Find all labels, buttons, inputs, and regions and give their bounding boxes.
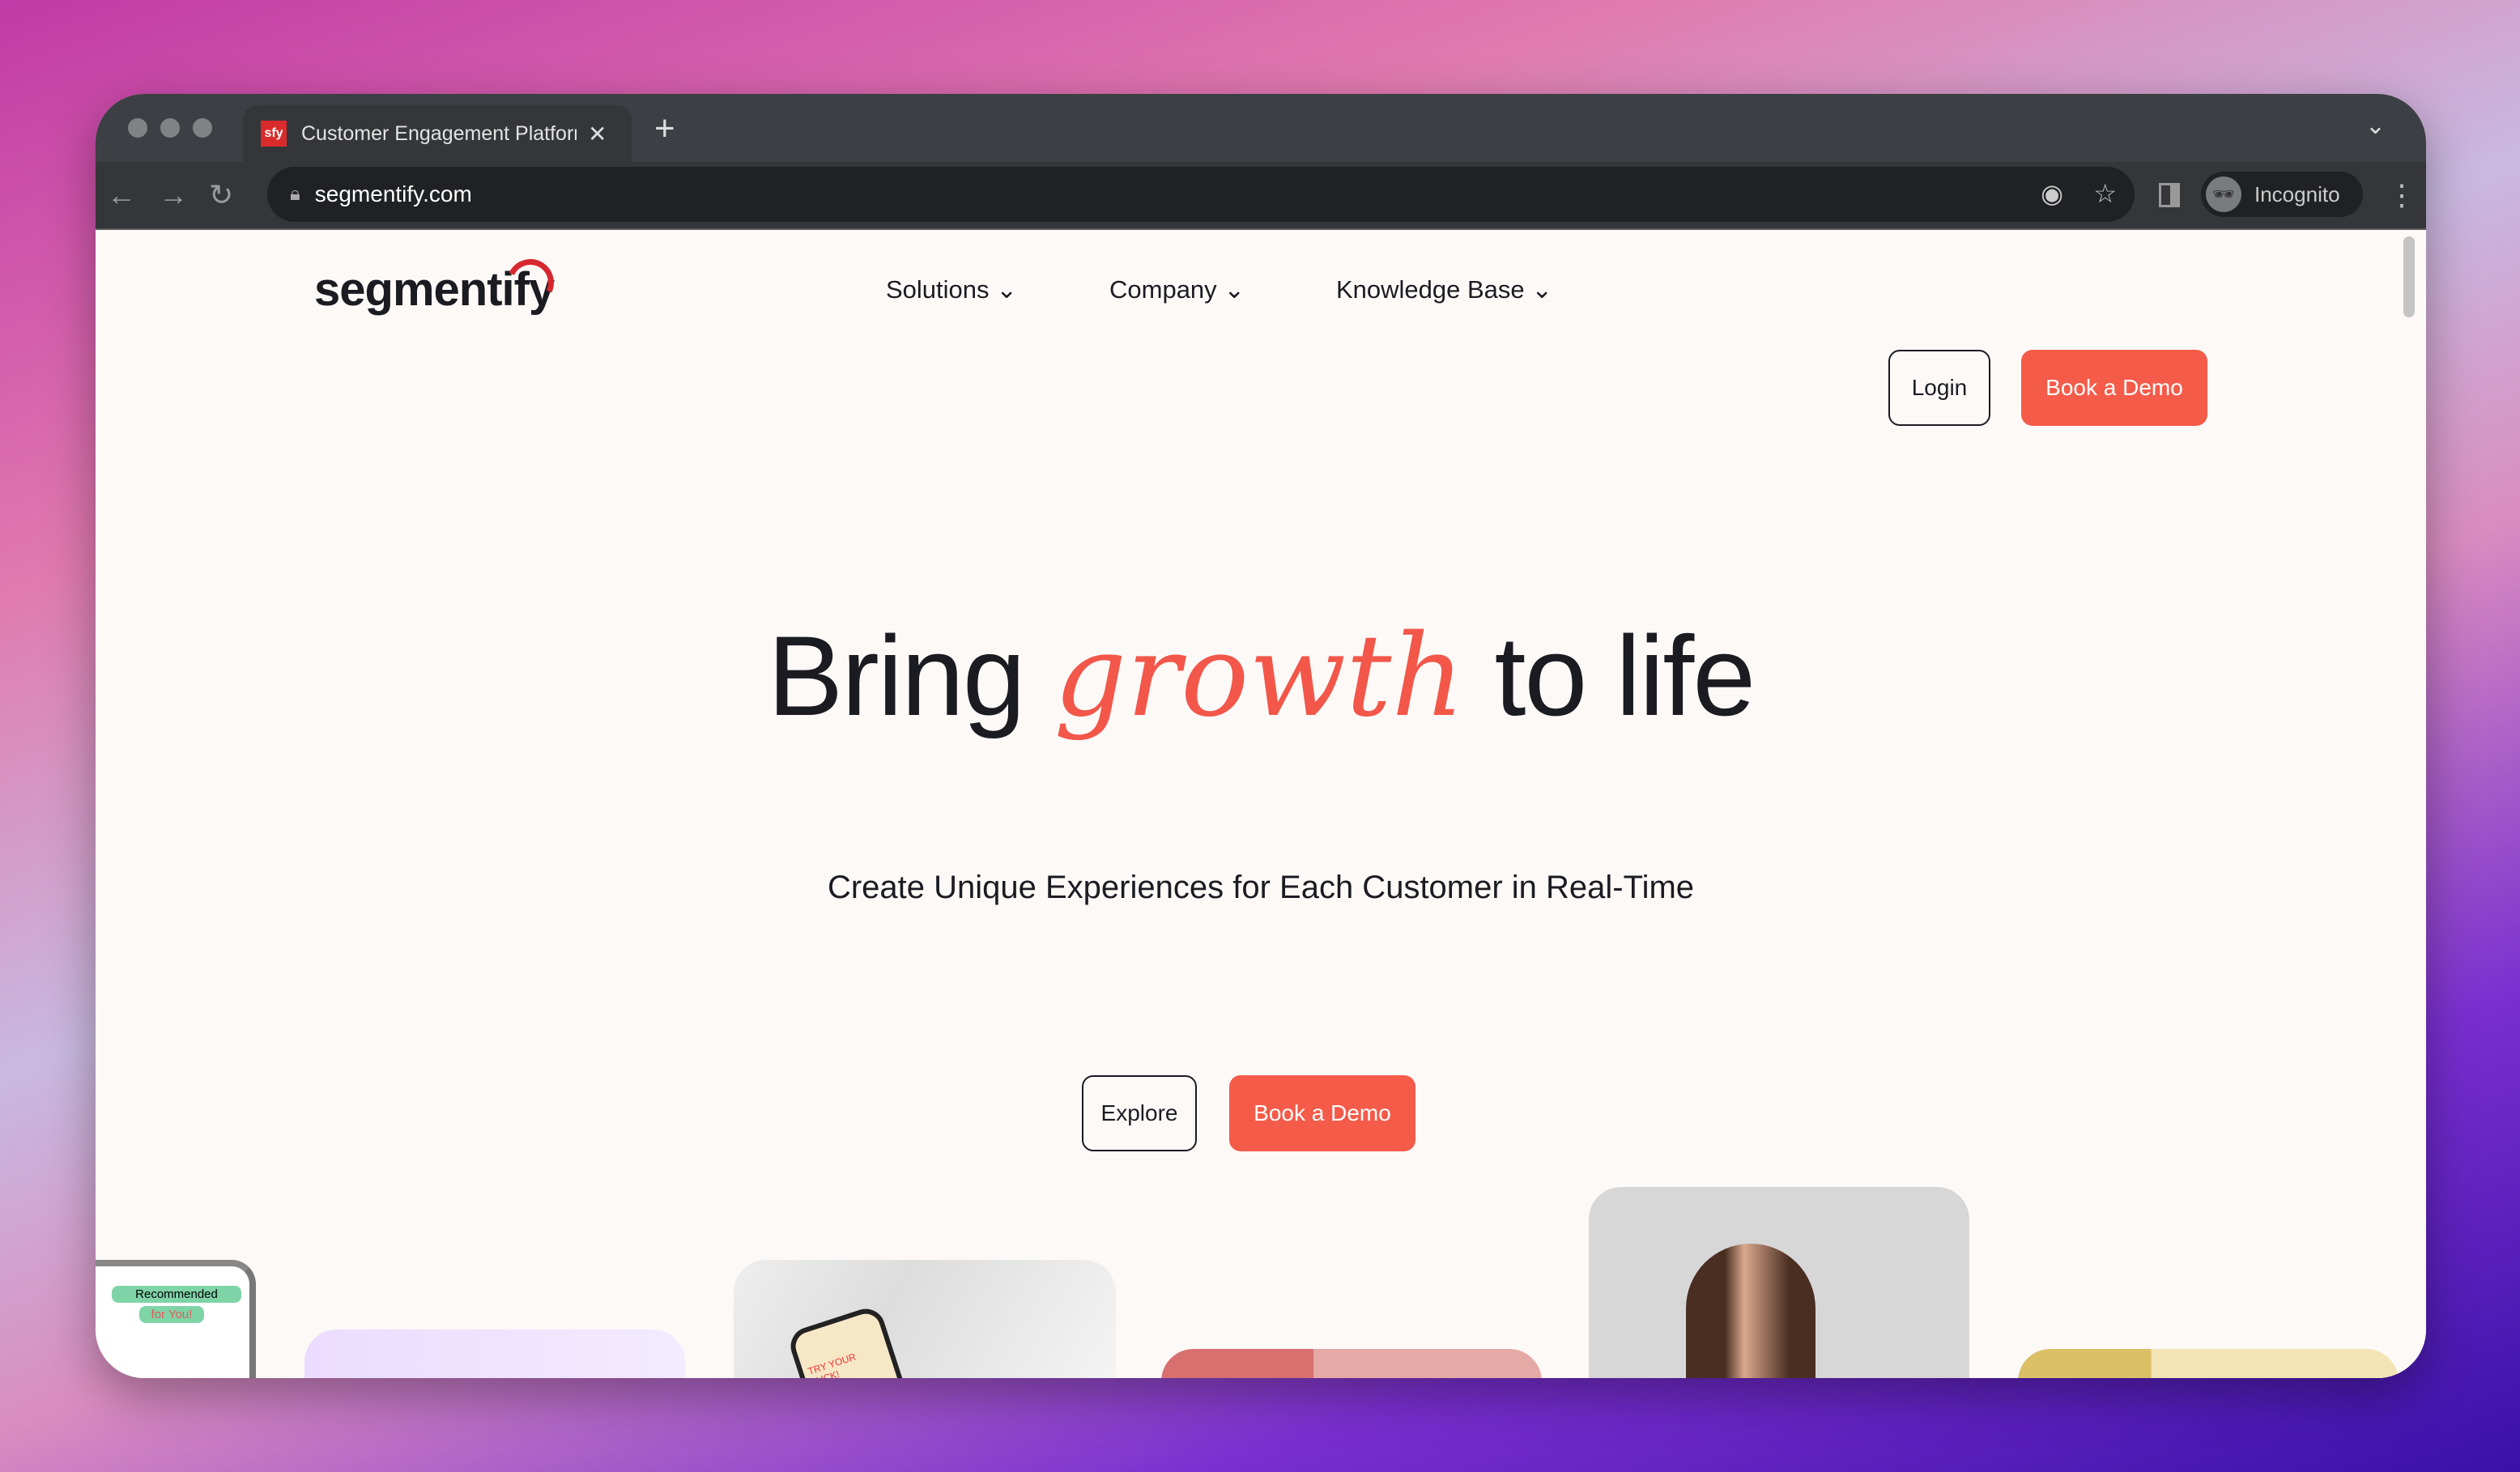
address-bar[interactable]: 🔒︎ segmentify.com ◉ ☆ xyxy=(267,167,2135,222)
book-demo-nav-button[interactable]: Book a Demo xyxy=(2021,350,2207,426)
star-icon[interactable]: ☆ xyxy=(2093,178,2117,209)
card-lavender xyxy=(304,1329,685,1378)
eye-off-icon[interactable]: ◉ xyxy=(2041,178,2063,209)
lock-icon: 🔒︎ xyxy=(290,183,300,205)
side-panel-icon[interactable] xyxy=(2159,183,2180,207)
card-woman-photo xyxy=(1589,1187,1969,1378)
book-demo-hero-button[interactable]: Book a Demo xyxy=(1229,1075,1415,1151)
woman-photo xyxy=(1686,1244,1816,1378)
nav-company[interactable]: Company ⌄ xyxy=(1109,275,1245,304)
tab-active[interactable]: sfy Customer Engagement Platform ✕ xyxy=(243,105,632,162)
new-tab-button[interactable]: + xyxy=(654,108,675,149)
nav-solutions[interactable]: Solutions ⌄ xyxy=(886,275,1017,304)
favicon: sfy xyxy=(261,121,287,147)
for-you-badge: for You! xyxy=(139,1306,204,1323)
toolbar: ← → ↻ 🔒︎ segmentify.com ◉ ☆ 🕶︎ Incognito… xyxy=(96,162,2426,230)
card-phone-image: TRY YOUR LUCK! xyxy=(734,1260,1116,1378)
tab-strip: sfy Customer Engagement Platform ✕ + ⌄ xyxy=(96,94,2426,162)
hero-title: Bring growth to life xyxy=(767,610,1756,742)
login-button[interactable]: Login xyxy=(1888,350,1990,426)
forward-icon[interactable]: → xyxy=(159,178,188,212)
page-content: segmentify Solutions ⌄ Company ⌄ Knowled… xyxy=(96,230,2426,1378)
card-recommendation: Recommended for You! xyxy=(96,1260,256,1378)
card-red xyxy=(1161,1349,1542,1378)
hero-subtitle: Create Unique Experiences for Each Custo… xyxy=(827,870,1695,905)
incognito-badge[interactable]: 🕶︎ Incognito xyxy=(2201,172,2363,217)
zoom-window-button[interactable] xyxy=(193,118,212,138)
reload-icon[interactable]: ↻ xyxy=(209,178,233,212)
url-text: segmentify.com xyxy=(314,181,472,206)
profile-label: Incognito xyxy=(2254,181,2340,206)
incognito-icon: 🕶︎ xyxy=(2206,177,2241,212)
close-tab-icon[interactable]: ✕ xyxy=(588,121,607,147)
close-window-button[interactable] xyxy=(128,118,147,138)
scrollbar[interactable] xyxy=(2403,236,2415,317)
try-your-luck-text: TRY YOUR LUCK! xyxy=(785,1304,909,1378)
recommended-badge: Recommended xyxy=(112,1286,241,1303)
explore-button[interactable]: Explore xyxy=(1082,1075,1197,1151)
nav-knowledge-base[interactable]: Knowledge Base ⌄ xyxy=(1336,275,1552,304)
tab-title: Customer Engagement Platform xyxy=(301,121,577,145)
back-icon[interactable]: ← xyxy=(107,178,136,212)
menu-kebab-icon[interactable]: ⋮ xyxy=(2387,178,2416,212)
tab-search-chevron-icon[interactable]: ⌄ xyxy=(2365,112,2386,140)
card-yellow xyxy=(2018,1349,2399,1378)
minimize-window-button[interactable] xyxy=(160,118,180,138)
browser-window: sfy Customer Engagement Platform ✕ + ⌄ ←… xyxy=(96,94,2426,1378)
